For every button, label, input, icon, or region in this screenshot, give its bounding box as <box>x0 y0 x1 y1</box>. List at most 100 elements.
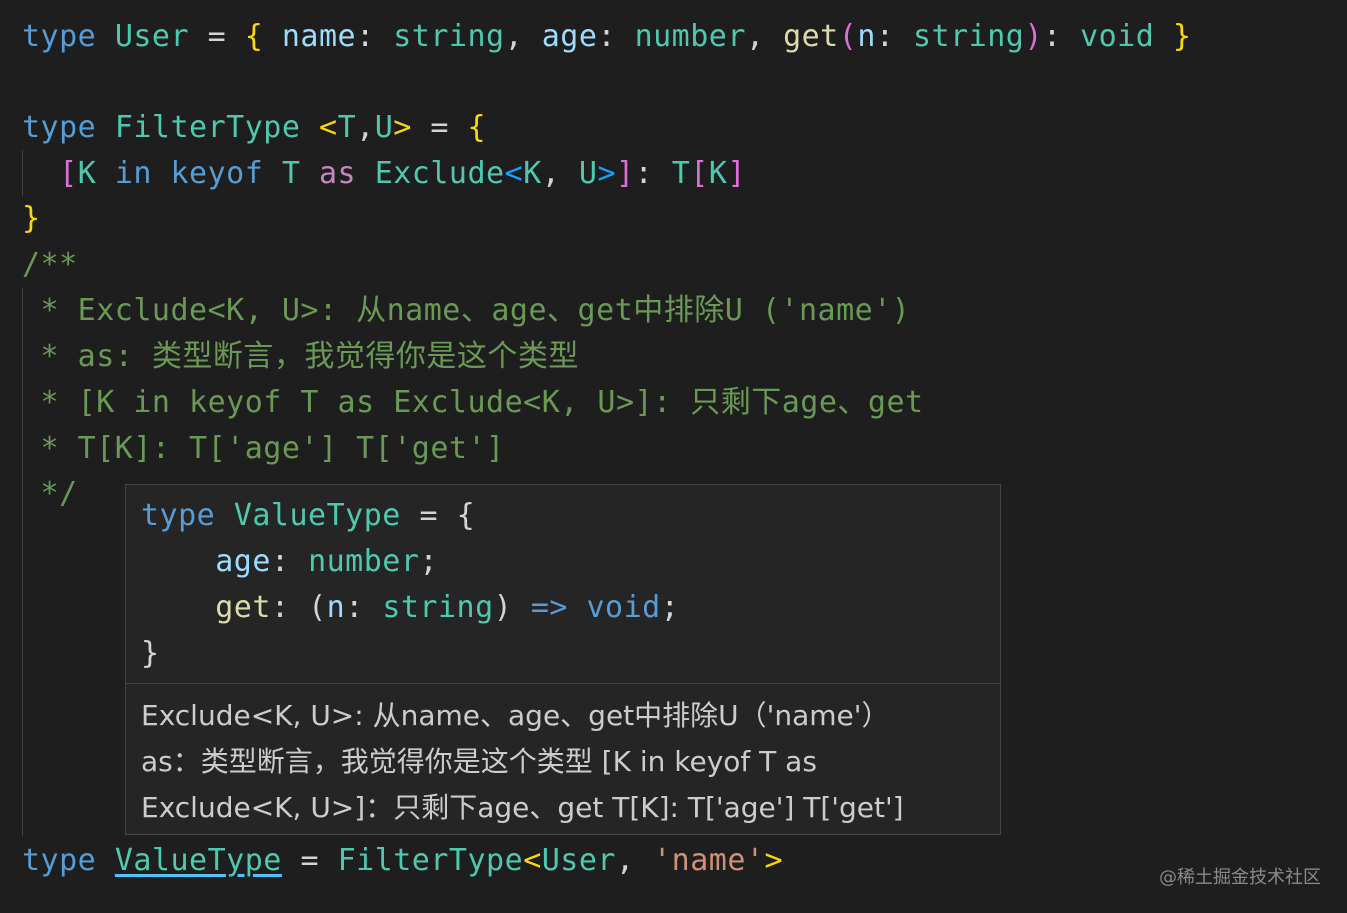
generic-open: < <box>319 110 338 145</box>
colon: : <box>634 156 654 191</box>
param: n <box>857 19 876 54</box>
paren-close: ) <box>493 590 513 625</box>
type-name: User <box>114 19 190 54</box>
semicolon: ; <box>660 590 680 625</box>
code-line-4[interactable]: } <box>22 196 41 242</box>
brace-close: } <box>141 636 160 671</box>
comment-line[interactable]: /** <box>22 242 78 288</box>
type-ref: number <box>634 19 746 54</box>
generic-param: U <box>374 110 394 145</box>
type-param: T <box>281 156 301 191</box>
watermark: @稀土掘金技术社区 <box>1159 867 1321 888</box>
generic-close: > <box>393 110 412 145</box>
keyword: type <box>22 843 97 878</box>
hover-code-line: type ValueType = { <box>141 493 475 539</box>
method: get <box>783 19 839 54</box>
bracket-open: [ <box>59 156 78 191</box>
type-ref: Exclude <box>374 156 505 191</box>
comma: , <box>541 156 561 191</box>
operator: = <box>300 843 319 878</box>
code-line-last[interactable]: type ValueType = FilterType<User, 'name'… <box>22 838 783 884</box>
comment-line[interactable]: * [K in keyof T as Exclude<K, U>]: 只剩下ag… <box>22 380 924 426</box>
type-param: T <box>671 156 691 191</box>
brace-open: { <box>244 19 264 54</box>
generic-open: < <box>523 843 542 878</box>
hover-doc-line: Exclude<K, U>: 从name、age、get中排除U（'name'） <box>141 699 890 732</box>
type-ref: void <box>586 590 661 625</box>
colon: : <box>270 590 290 625</box>
comma: , <box>504 19 524 54</box>
hover-code-line: } <box>141 631 160 677</box>
comment-line[interactable]: */ <box>22 471 78 517</box>
colon: : <box>345 590 364 625</box>
keyword: type <box>22 110 97 145</box>
semicolon: ; <box>419 544 438 579</box>
property: age <box>215 544 271 579</box>
generic-close: > <box>764 843 784 878</box>
keyword: type <box>22 19 97 54</box>
paren-close: ) <box>1024 19 1043 54</box>
brace-close: } <box>1172 19 1192 54</box>
type-ref: string <box>382 590 494 625</box>
brace-close: } <box>22 201 41 236</box>
bracket-open: [ <box>690 156 709 191</box>
hovered-type-name[interactable]: ValueType <box>115 843 282 878</box>
comma: , <box>616 843 635 878</box>
brace-open: { <box>467 110 487 145</box>
method: get <box>215 590 271 625</box>
operator: = <box>419 498 438 533</box>
string-literal: 'name' <box>653 843 765 878</box>
comment-line[interactable]: * Exclude<K, U>: 从name、age、get中排除U ('nam… <box>22 288 910 334</box>
code-line-2[interactable]: type FilterType <T,U> = { <box>22 105 486 151</box>
bracket-close: ] <box>616 156 635 191</box>
type-param: K <box>523 156 542 191</box>
type-ref: User <box>541 843 616 878</box>
type-name: ValueType <box>233 498 401 533</box>
keyword: in <box>114 156 152 191</box>
arrow: => <box>530 590 568 625</box>
keyword: as <box>319 156 357 191</box>
type-param: K <box>77 156 97 191</box>
hover-code-line: get: (n: string) => void; <box>141 585 679 631</box>
property: age <box>541 19 598 54</box>
property: name <box>281 19 357 54</box>
comma: , <box>745 19 765 54</box>
colon: : <box>270 544 290 579</box>
comma: , <box>356 110 375 145</box>
param: n <box>326 590 346 625</box>
generic-close: > <box>597 156 616 191</box>
code-line-1[interactable]: type User = { name: string, age: number,… <box>22 14 1191 60</box>
hover-doc-line: Exclude<K, U>]：只剩下age、get T[K]: T['age']… <box>141 791 904 824</box>
type-name: FilterType <box>114 110 301 145</box>
type-ref: void <box>1080 19 1155 54</box>
colon: : <box>1042 19 1062 54</box>
colon: : <box>875 19 895 54</box>
code-editor[interactable]: type User = { name: string, age: number,… <box>0 0 1347 913</box>
type-ref: string <box>913 19 1025 54</box>
colon: : <box>597 19 616 54</box>
brace-open: { <box>456 498 476 533</box>
paren-open: ( <box>308 590 327 625</box>
generic-param: T <box>337 110 357 145</box>
keyword: type <box>141 498 216 533</box>
type-ref: FilterType <box>337 843 524 878</box>
operator: = <box>430 110 449 145</box>
keyword: keyof <box>170 156 264 191</box>
type-ref: string <box>393 19 505 54</box>
hover-code-section: type ValueType = { age: number; get: (n:… <box>126 485 1000 684</box>
colon: : <box>356 19 375 54</box>
comment-line[interactable]: * T[K]: T['age'] T['get'] <box>22 426 505 472</box>
type-param: K <box>708 156 728 191</box>
comment-line[interactable]: * as: 类型断言，我觉得你是这个类型 <box>22 334 579 380</box>
generic-open: < <box>504 156 524 191</box>
bracket-close: ] <box>727 156 746 191</box>
type-param: U <box>578 156 598 191</box>
code-line-3[interactable]: [K in keyof T as Exclude<K, U>]: T[K] <box>22 151 746 197</box>
hover-doc-section: Exclude<K, U>: 从name、age、get中排除U（'name'）… <box>141 693 991 831</box>
hover-doc-line: as：类型断言，我觉得你是这个类型 [K in keyof T as <box>141 745 817 778</box>
operator: = <box>207 19 227 54</box>
hover-tooltip[interactable]: type ValueType = { age: number; get: (n:… <box>125 484 1001 835</box>
hover-code-line: age: number; <box>141 539 438 585</box>
paren-open: ( <box>838 19 858 54</box>
type-ref: number <box>308 544 420 579</box>
